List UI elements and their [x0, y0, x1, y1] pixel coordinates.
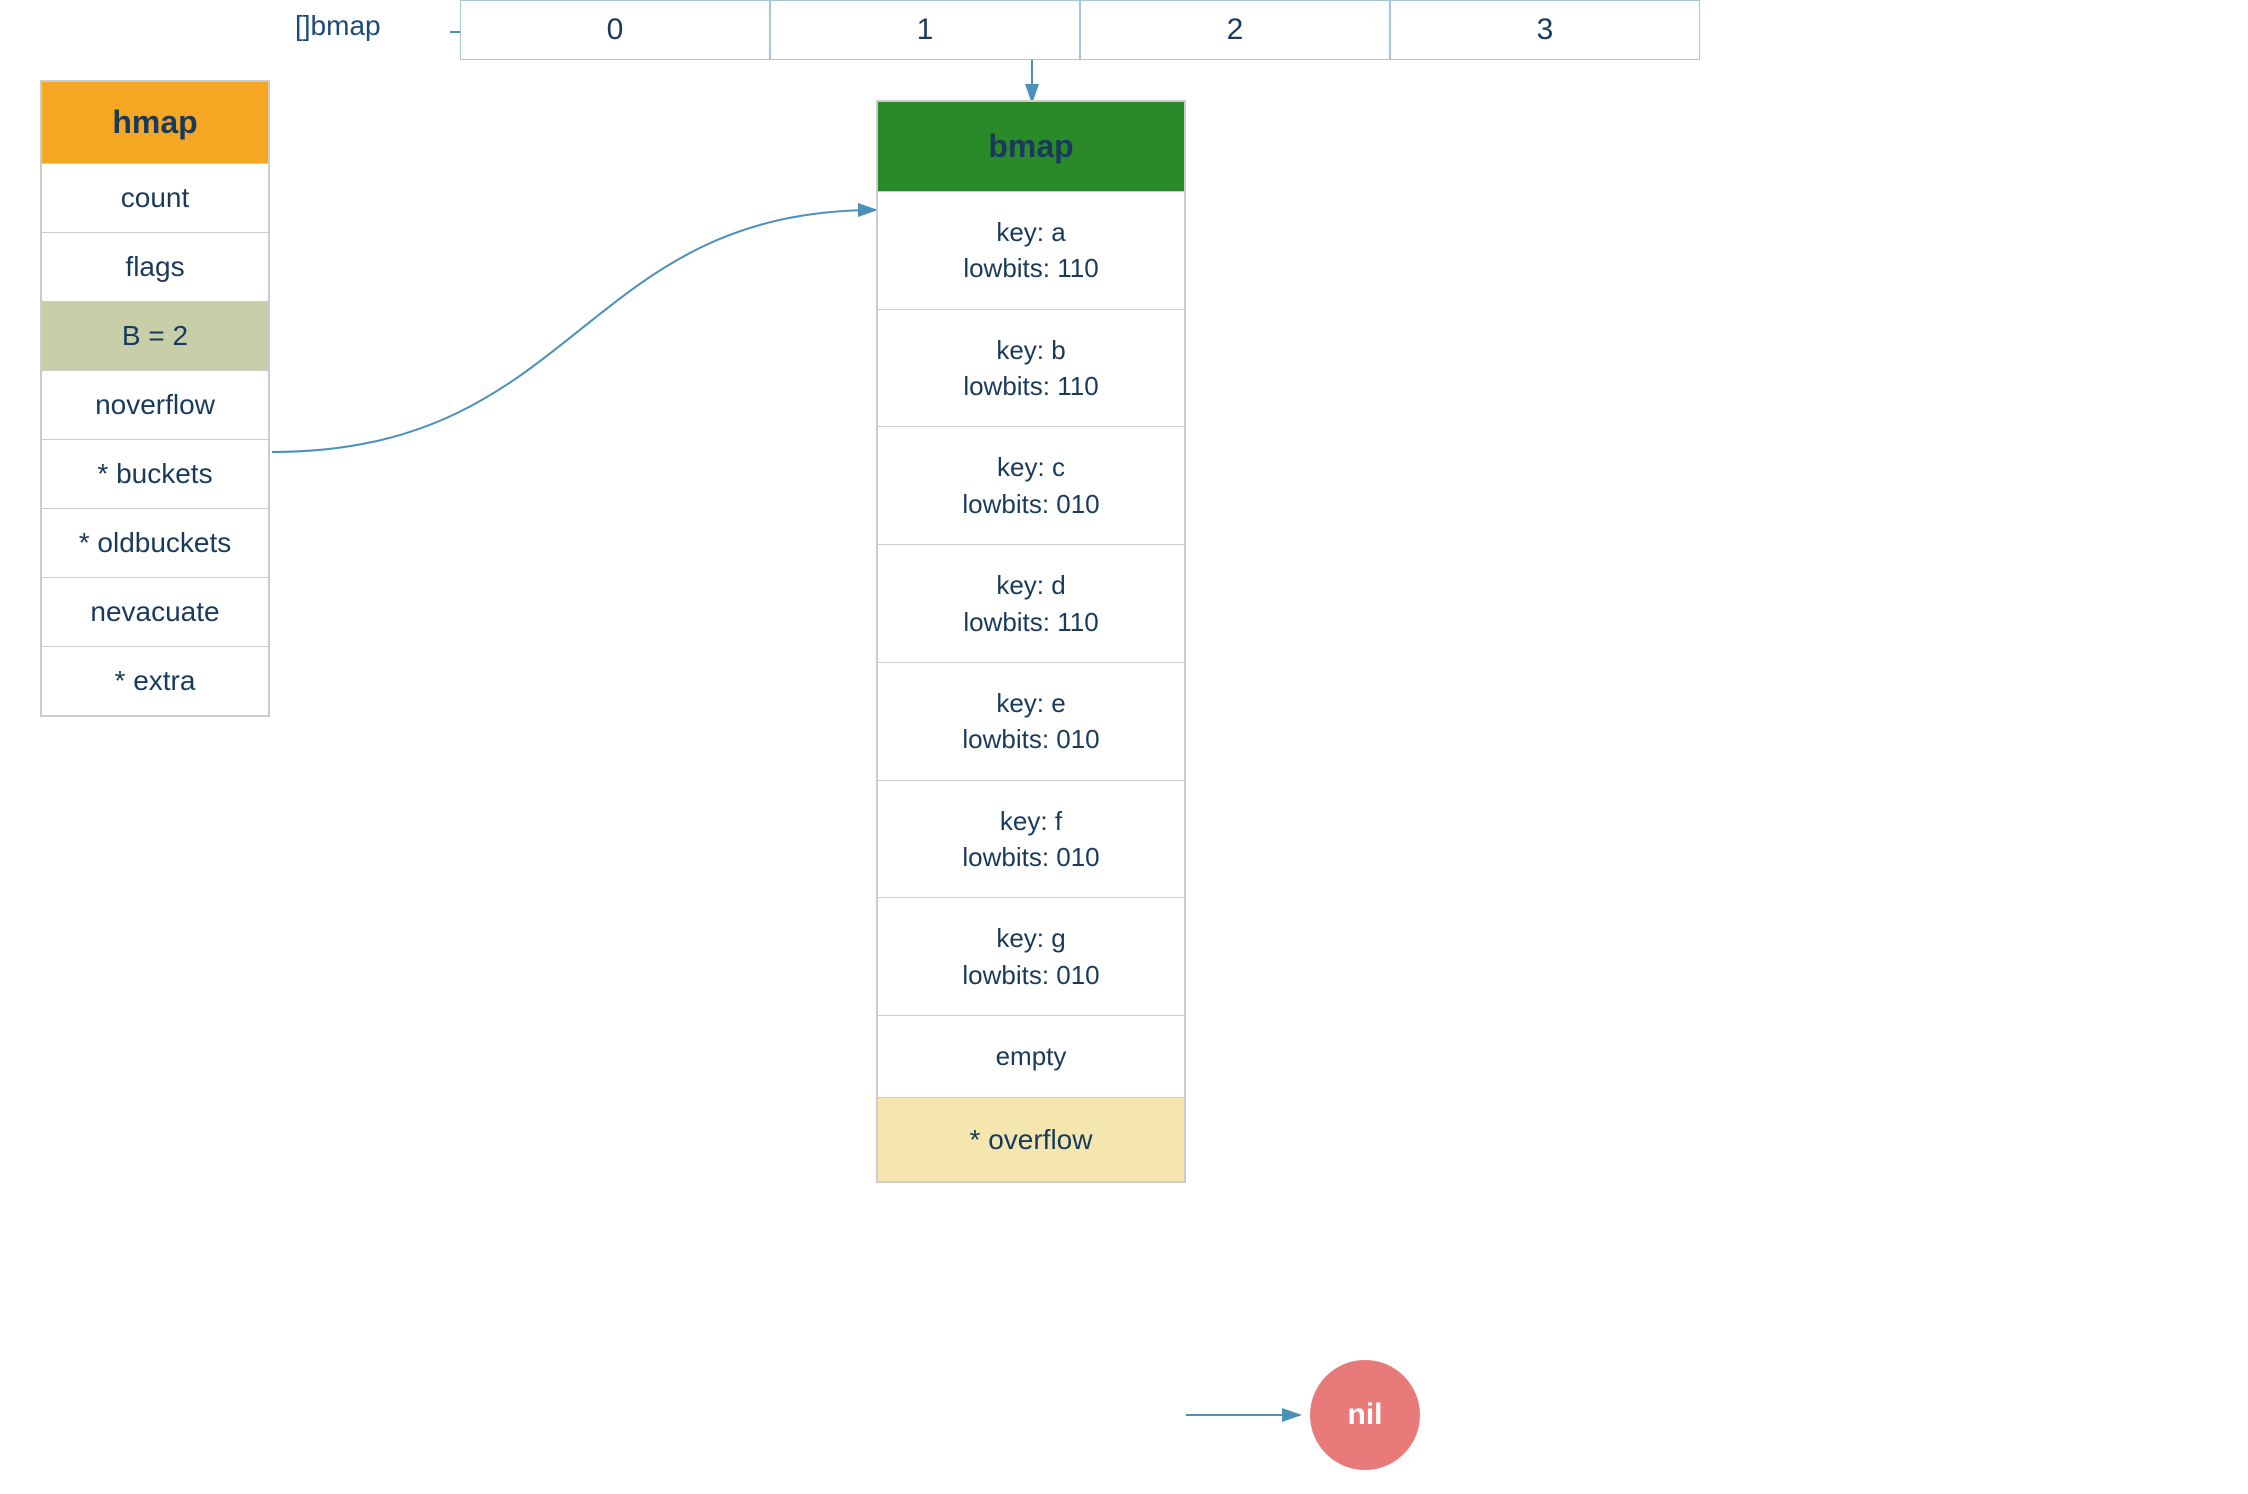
bmap-entry-3: key: dlowbits: 110	[878, 545, 1184, 663]
hmap-field-extra: * extra	[42, 647, 268, 715]
bmap-entry-2: key: clowbits: 010	[878, 427, 1184, 545]
hmap-field-noverflow: noverflow	[42, 371, 268, 440]
hmap-field-buckets: * buckets	[42, 440, 268, 509]
hmap-field-b: B = 2	[42, 302, 268, 371]
bmap-entry-5: key: flowbits: 010	[878, 781, 1184, 899]
hmap-title: hmap	[42, 82, 268, 164]
hmap-field-nevacuate: nevacuate	[42, 578, 268, 647]
bmap-title: bmap	[878, 102, 1184, 192]
array-index-0: 0	[460, 0, 770, 60]
nil-label: nil	[1348, 1398, 1383, 1432]
hmap-field-oldbuckets: * oldbuckets	[42, 509, 268, 578]
bmap-entry-4: key: elowbits: 010	[878, 663, 1184, 781]
bmap-empty: empty	[878, 1016, 1184, 1097]
bmap-entry-0: key: alowbits: 110	[878, 192, 1184, 310]
nil-circle: nil	[1310, 1360, 1420, 1470]
bmap-entry-1: key: blowbits: 110	[878, 310, 1184, 428]
bmap-overflow: * overflow	[878, 1098, 1184, 1181]
bmap-struct: bmap key: alowbits: 110 key: blowbits: 1…	[876, 100, 1186, 1183]
hmap-field-flags: flags	[42, 233, 268, 302]
array-index-3: 3	[1390, 0, 1700, 60]
bmap-entry-6: key: glowbits: 010	[878, 898, 1184, 1016]
hmap-field-count: count	[42, 164, 268, 233]
bmap-array-label: []bmap	[295, 10, 381, 42]
array-index-1: 1	[770, 0, 1080, 60]
array-index-2: 2	[1080, 0, 1390, 60]
array-headers: 0 1 2 3	[460, 0, 1700, 60]
hmap-struct: hmap count flags B = 2 noverflow * bucke…	[40, 80, 270, 717]
